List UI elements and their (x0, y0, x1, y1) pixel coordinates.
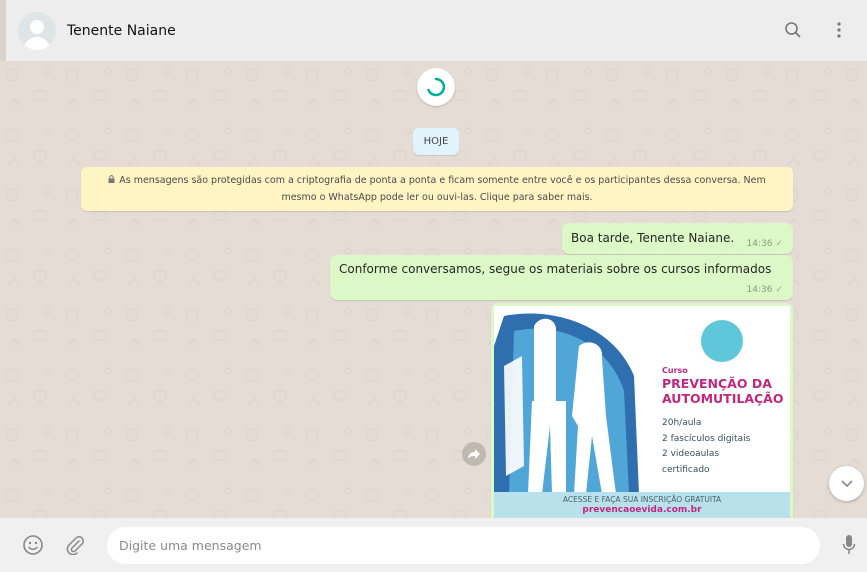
message-bubble[interactable]: Conforme conversamos, segue os materiais… (330, 255, 793, 300)
emoji-icon[interactable] (21, 533, 45, 557)
message-time: 14:36 ✓ (746, 239, 783, 249)
scroll-down-button[interactable] (829, 466, 864, 501)
image-message[interactable]: Curso PREVENÇÃO DA AUTOMUTILAÇÃO 20h/aul… (491, 303, 793, 518)
encryption-notice[interactable]: As mensagens são protegidas com a cripto… (81, 167, 793, 211)
message-text: Boa tarde, Tenente Naiane. (571, 231, 735, 245)
poster-title: PREVENÇÃO DA AUTOMUTILAÇÃO (662, 376, 784, 406)
chat-header: Tenente Naiane (0, 0, 867, 61)
lock-icon (108, 172, 115, 189)
date-chip: HOJE (413, 128, 459, 155)
poster-tag: Curso (662, 366, 688, 375)
avatar[interactable] (18, 11, 56, 50)
message-text: Conforme conversamos, segue os materiais… (339, 262, 772, 276)
encryption-notice-line2: mesmo o WhatsApp pode ler ou ouvi-las. C… (281, 192, 593, 203)
search-icon[interactable] (783, 18, 803, 42)
chat-area[interactable]: HOJE As mensagens são protegidas com a c… (0, 61, 867, 518)
more-vertical-icon[interactable] (829, 18, 849, 42)
chevron-down-icon (840, 479, 853, 487)
message-composer (0, 518, 867, 572)
contact-name[interactable]: Tenente Naiane (67, 23, 176, 39)
loading-spinner (417, 68, 455, 106)
poster-url: prevencaoevida.com.br (582, 505, 702, 515)
attach-icon[interactable] (63, 533, 87, 557)
course-poster-image[interactable]: Curso PREVENÇÃO DA AUTOMUTILAÇÃO 20h/aul… (494, 306, 790, 518)
message-input[interactable] (107, 526, 820, 564)
poster-info: 20h/aula 2 fascículos digitais 2 videoau… (662, 418, 751, 475)
leaf-logo-icon (701, 320, 743, 362)
message-bubble[interactable]: Boa tarde, Tenente Naiane. 14:36 ✓ (562, 223, 793, 254)
message-time: 14:36 ✓ (746, 285, 783, 295)
poster-cta: ACESSE E FAÇA SUA INSCRIÇÃO GRATUITA (562, 495, 722, 504)
forward-icon[interactable] (462, 442, 486, 466)
encryption-notice-line1: As mensagens são protegidas com a cripto… (119, 175, 766, 186)
sent-check-icon: ✓ (775, 239, 783, 249)
poster-illustration (494, 306, 639, 494)
microphone-icon[interactable] (839, 533, 859, 557)
poster-banner: ACESSE E FAÇA SUA INSCRIÇÃO GRATUITA pre… (494, 492, 790, 518)
sent-check-icon: ✓ (775, 285, 783, 295)
